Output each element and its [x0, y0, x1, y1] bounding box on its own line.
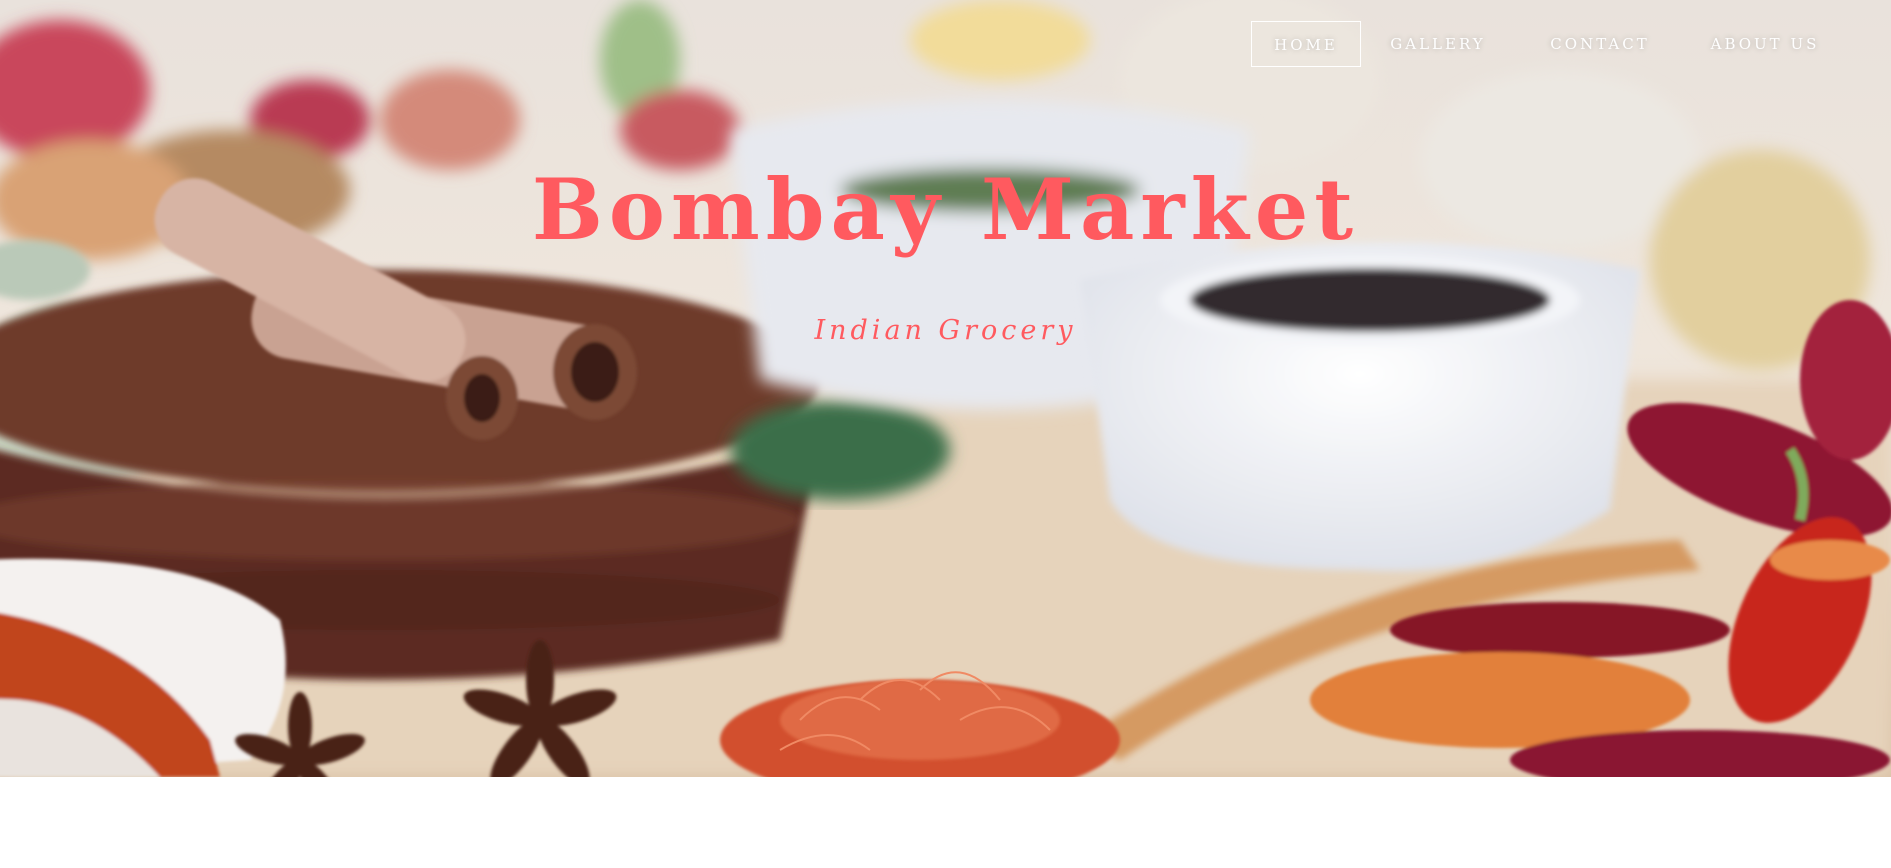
nav-contact-link[interactable]: CONTACT	[1535, 21, 1665, 67]
nav-gallery-link[interactable]: GALLERY	[1383, 21, 1493, 67]
nav-home-link[interactable]: HOME	[1251, 21, 1361, 67]
site-title: Bombay Market	[531, 160, 1360, 259]
nav-about-us-link[interactable]: ABOUT US	[1695, 21, 1835, 67]
site-subtitle: Indian Grocery	[814, 315, 1077, 346]
hero-section: HOME GALLERY CONTACT ABOUT US Bombay Mar…	[0, 0, 1891, 777]
content-area	[0, 777, 1891, 868]
hero-background-image	[0, 0, 1891, 777]
